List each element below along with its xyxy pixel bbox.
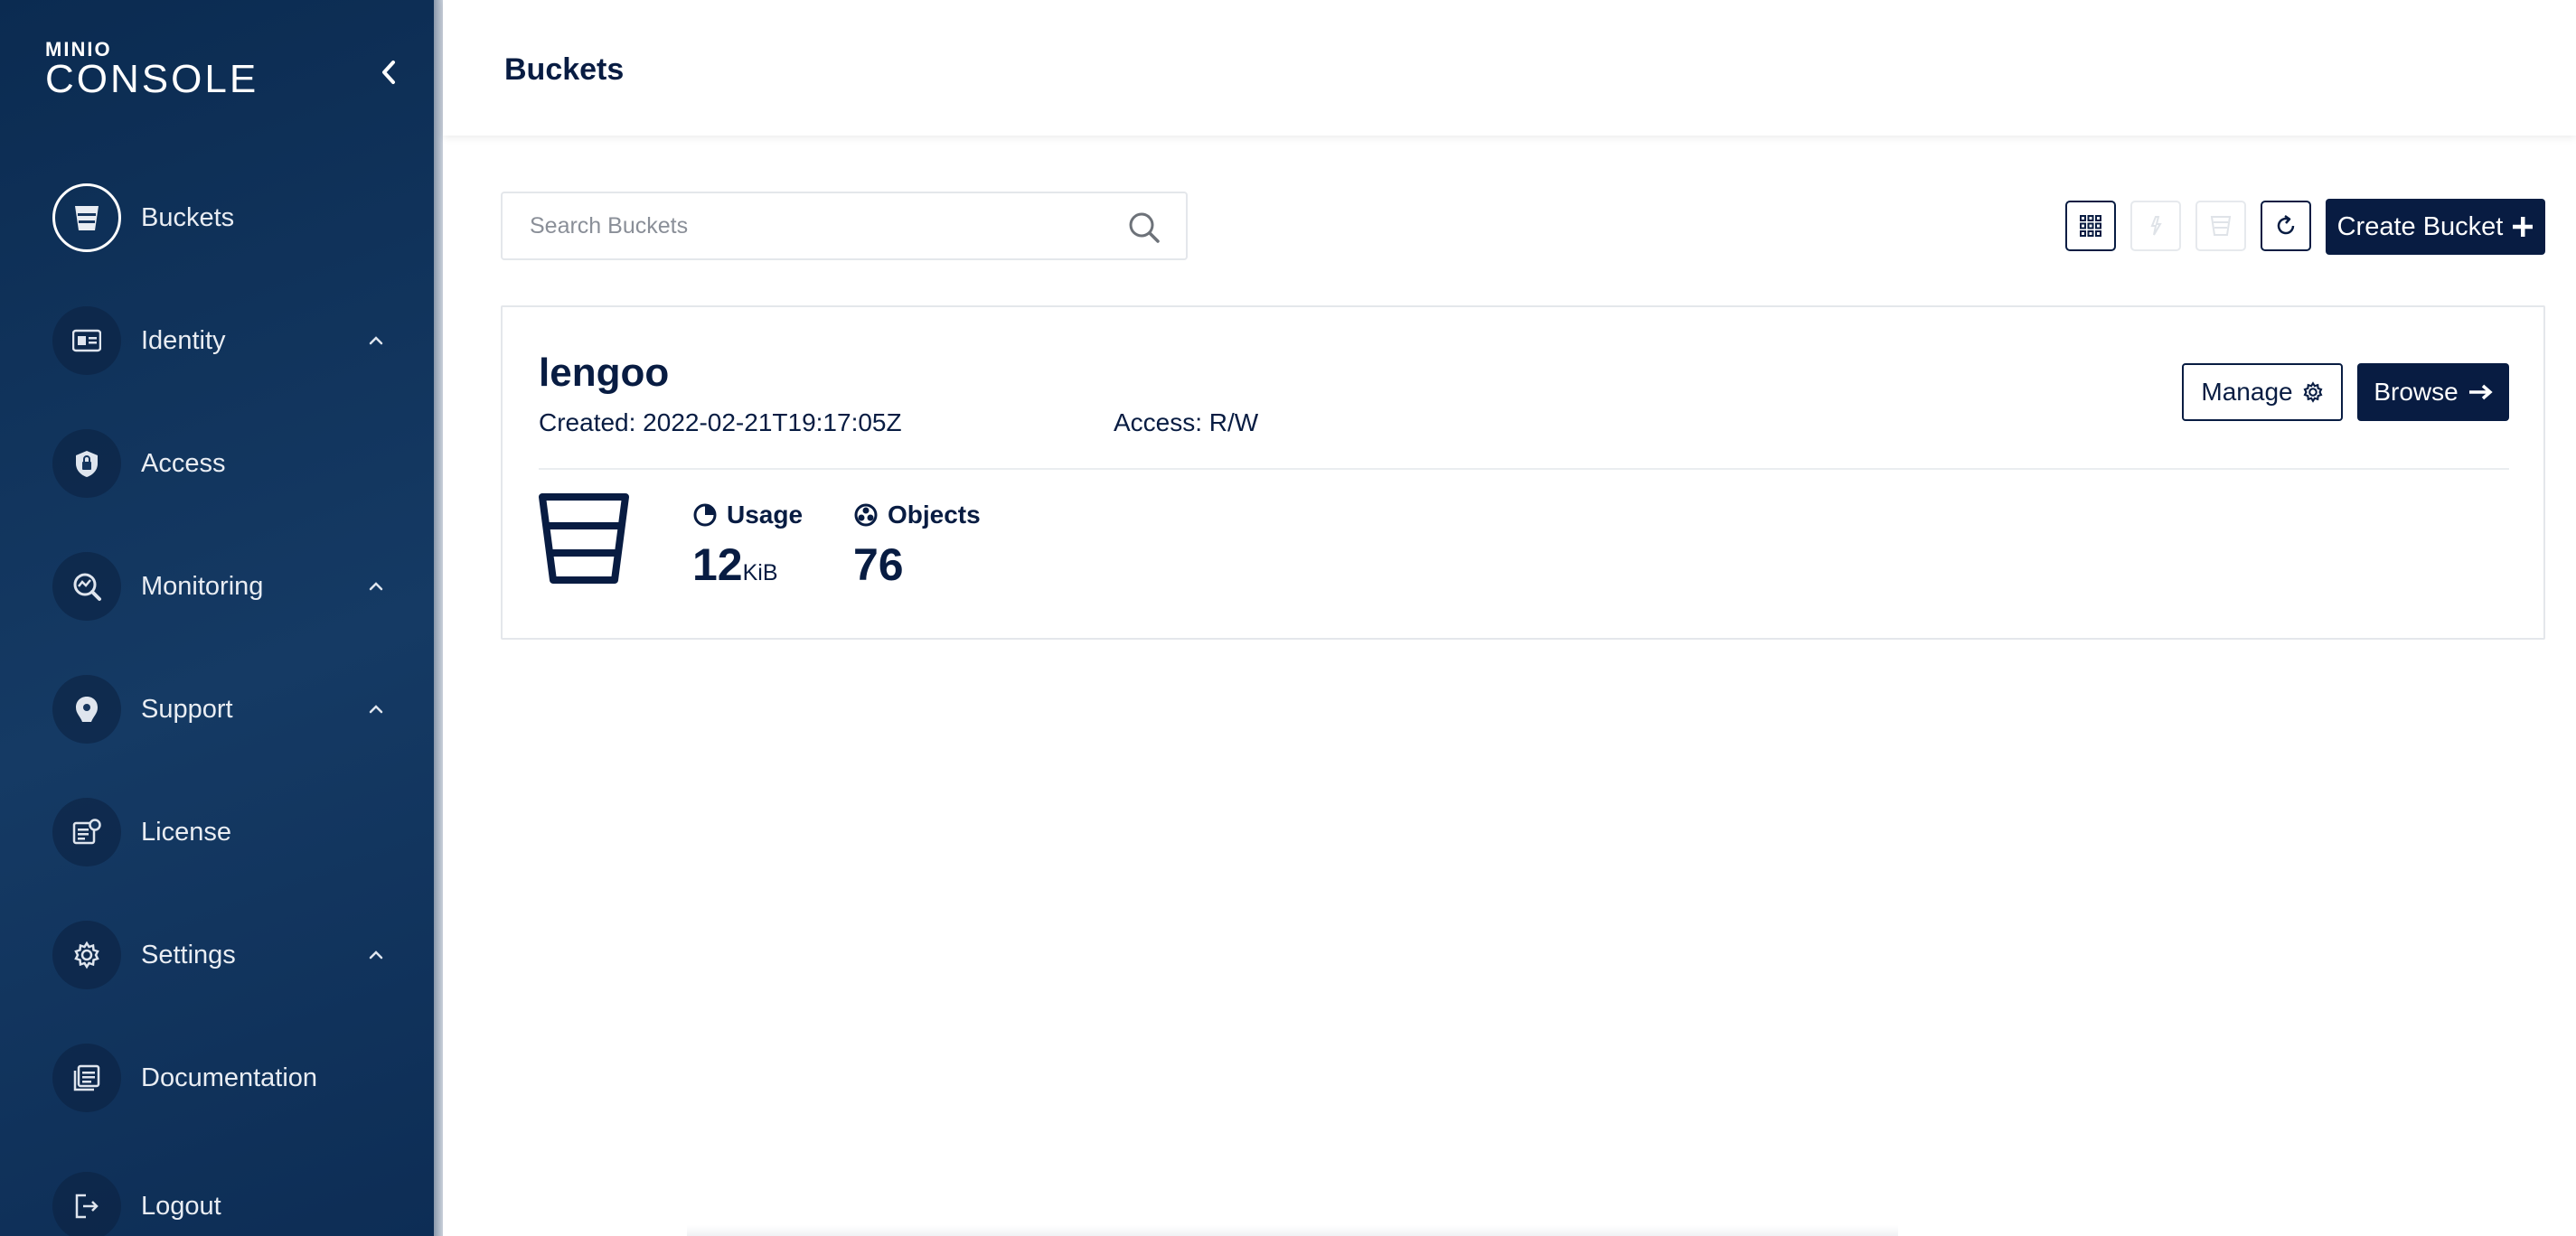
sidebar-item-label: License	[141, 817, 231, 847]
sidebar-item-buckets[interactable]: Buckets	[0, 173, 434, 263]
id-card-icon	[52, 306, 121, 375]
page-header: Buckets	[443, 0, 2576, 136]
sidebar-item-logout[interactable]: Logout	[0, 1161, 434, 1236]
search-input[interactable]	[530, 193, 1108, 258]
usage-value-row: 12KiB	[692, 540, 803, 597]
create-bucket-label: Create Bucket	[2336, 211, 2504, 241]
bucket-icon	[539, 493, 629, 584]
gear-icon	[2302, 381, 2324, 403]
search-box	[501, 192, 1188, 260]
bucket-lifecycle-icon	[2210, 216, 2232, 236]
usage-metric: Usage 12KiB	[692, 501, 803, 597]
plus-icon	[2512, 216, 2534, 238]
arrow-right-icon	[2468, 383, 2493, 401]
select-multiple-button[interactable]	[2065, 201, 2116, 251]
sidebar-item-label: Identity	[141, 325, 226, 355]
sidebar-item-label: Access	[141, 448, 226, 478]
sidebar: MINIO CONSOLE Buckets Identity Access Mo…	[0, 0, 434, 1236]
objects-label: Objects	[888, 501, 981, 529]
card-divider	[539, 468, 2509, 470]
bucket-created-date: Created: 2022-02-21T19:17:05Z	[539, 408, 902, 436]
sidebar-item-documentation[interactable]: Documentation	[0, 1033, 434, 1123]
documentation-icon	[52, 1044, 121, 1112]
objects-icon	[853, 502, 879, 528]
sidebar-item-identity[interactable]: Identity	[0, 295, 434, 386]
gear-icon	[52, 921, 121, 989]
bucket-access: Access: R/W	[1114, 408, 1259, 436]
create-bucket-button[interactable]: Create Bucket	[2326, 199, 2545, 255]
scroll-shadow	[687, 1225, 1898, 1236]
sidebar-item-label: Monitoring	[141, 571, 264, 601]
refresh-icon	[2277, 214, 2295, 235]
chevron-up-icon	[365, 330, 387, 351]
support-icon	[52, 675, 121, 744]
browse-label: Browse	[2374, 378, 2458, 406]
sidebar-item-support[interactable]: Support	[0, 664, 434, 754]
grid-icon	[2080, 215, 2101, 237]
page-title: Buckets	[504, 52, 625, 87]
sidebar-item-label: Buckets	[141, 202, 235, 232]
minio-console-logo: MINIO CONSOLE	[45, 40, 259, 99]
sidebar-item-license[interactable]: License	[0, 787, 434, 877]
sidebar-edge	[434, 0, 443, 1236]
bucket-name: lengoo	[539, 351, 670, 395]
usage-unit: KiB	[742, 560, 778, 585]
bucket-card: lengoo Created: 2022-02-21T19:17:05Z Acc…	[501, 305, 2545, 640]
chevron-up-icon	[365, 698, 387, 720]
browse-button[interactable]: Browse	[2357, 363, 2509, 421]
sidebar-item-label: Logout	[141, 1191, 221, 1221]
logo-bottom-text: CONSOLE	[45, 57, 259, 101]
license-icon	[52, 798, 121, 866]
replication-button[interactable]	[2130, 201, 2181, 251]
replicate-icon	[2150, 216, 2162, 236]
usage-value: 12	[692, 539, 743, 590]
refresh-button[interactable]	[2261, 201, 2311, 251]
chevron-up-icon	[365, 944, 387, 966]
lifecycle-button[interactable]	[2195, 201, 2246, 251]
search-icon[interactable]	[1126, 210, 1162, 246]
chevron-up-icon	[365, 576, 387, 597]
manage-button[interactable]: Manage	[2182, 363, 2343, 421]
lock-shield-icon	[52, 429, 121, 498]
chevron-left-icon	[382, 61, 395, 84]
sidebar-item-label: Settings	[141, 940, 236, 969]
sidebar-item-label: Documentation	[141, 1063, 318, 1092]
objects-value: 76	[853, 539, 904, 590]
manage-label: Manage	[2201, 378, 2293, 406]
sidebar-item-access[interactable]: Access	[0, 418, 434, 509]
objects-metric: Objects 76	[853, 501, 981, 589]
sidebar-item-label: Support	[141, 694, 233, 724]
logout-icon	[52, 1172, 121, 1236]
usage-label: Usage	[727, 501, 804, 529]
collapse-sidebar-button[interactable]	[372, 56, 405, 89]
sidebar-item-settings[interactable]: Settings	[0, 910, 434, 1000]
pie-chart-icon	[692, 502, 718, 528]
bucket-icon	[52, 183, 121, 252]
sidebar-item-monitoring[interactable]: Monitoring	[0, 541, 434, 632]
monitoring-icon	[52, 552, 121, 621]
